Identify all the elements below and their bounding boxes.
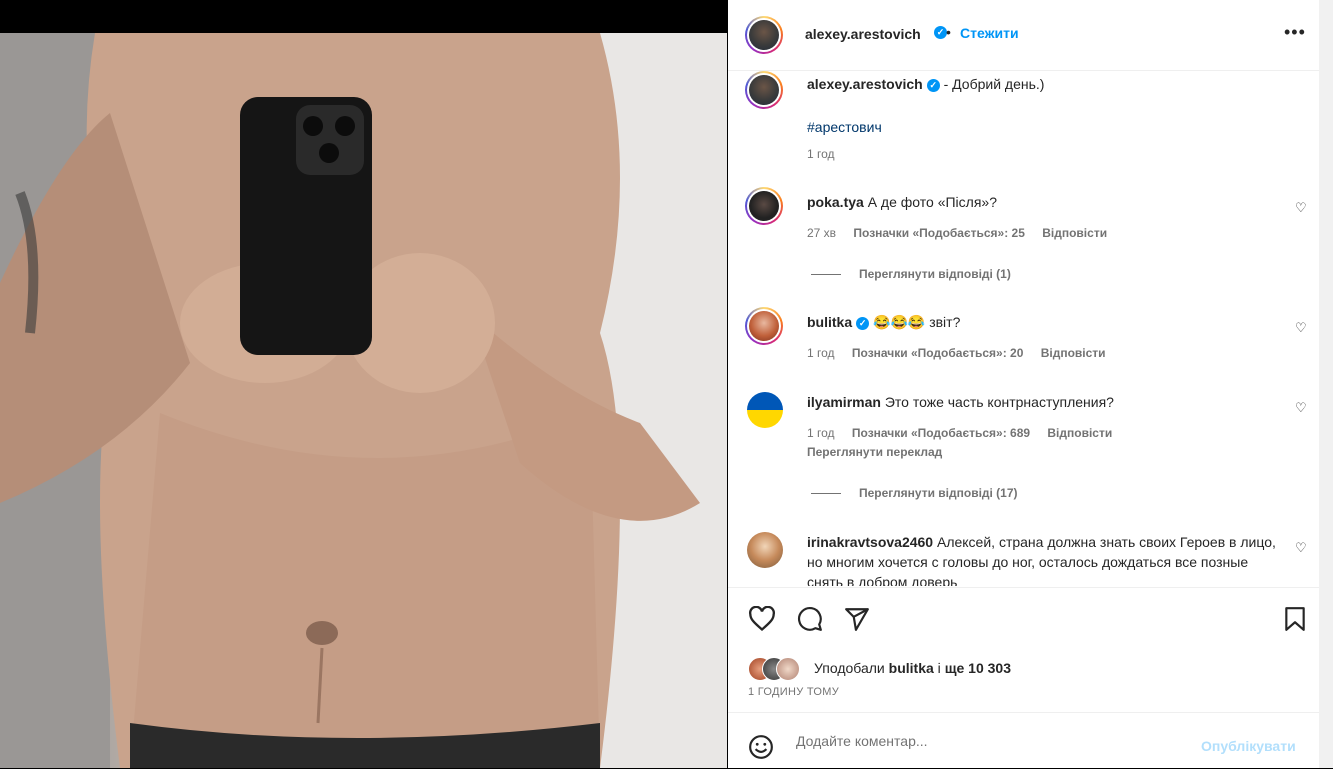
comment-username[interactable]: ilyamirman	[807, 394, 881, 410]
comment-body: звіт?	[929, 314, 961, 330]
comments-list: alexey.arestovich ✓ - Добрий день.) #арес…	[728, 71, 1319, 586]
caption: alexey.arestovich ✓ - Добрий день.)	[807, 74, 1044, 94]
comment-username[interactable]: irinakravtsova2460	[807, 534, 933, 550]
follow-button[interactable]: Стежити	[960, 25, 1019, 41]
comment-likes[interactable]: Позначки «Подобається»: 25	[853, 226, 1024, 240]
likes-prefix: Уподобали	[814, 660, 885, 676]
comment-text: poka.tya А де фото «Після»?	[807, 192, 997, 212]
emoji-icon[interactable]	[748, 734, 774, 760]
view-replies-label: Переглянути відповіді (1)	[859, 267, 1011, 281]
translate-button[interactable]: Переглянути переклад	[807, 445, 942, 459]
separator-dot: •	[946, 24, 951, 40]
likes-count-link[interactable]: ще 10 303	[945, 660, 1011, 676]
comment-text: ilyamirman Это тоже часть контрнаступлен…	[807, 392, 1114, 412]
reply-button[interactable]: Відповісти	[1042, 226, 1107, 240]
likes-connector: і	[937, 660, 941, 676]
verified-icon: ✓	[856, 316, 870, 330]
comment-text: irinakravtsova2460 Алексей, страна должн…	[807, 532, 1277, 586]
post-panel: alexey.arestovich ✓ • Стежити ••• alexey…	[728, 0, 1319, 768]
comment-icon[interactable]	[796, 606, 824, 632]
share-icon[interactable]	[844, 606, 870, 632]
author-username[interactable]: alexey.arestovich	[805, 26, 921, 42]
page-scrollbar[interactable]	[1319, 0, 1333, 768]
view-replies-button[interactable]: Переглянути відповіді (17)	[811, 486, 1018, 500]
comment-avatar[interactable]	[745, 307, 783, 345]
comment-like-icon[interactable]: ♡	[1295, 320, 1307, 336]
comment-username[interactable]: poka.tya	[807, 194, 864, 210]
likers-avatars[interactable]	[748, 657, 812, 681]
comment-like-icon[interactable]: ♡	[1295, 400, 1307, 416]
reply-button[interactable]: Відповісти	[1041, 346, 1106, 360]
post-actions: Уподобали bulitka і ще 10 303 1 ГОДИНУ Т…	[728, 587, 1319, 712]
bookmark-icon[interactable]	[1284, 606, 1306, 632]
view-replies-label: Переглянути відповіді (17)	[859, 486, 1018, 500]
caption-username[interactable]: alexey.arestovich	[807, 76, 923, 92]
hashtag-link[interactable]: #арестович	[807, 117, 882, 137]
more-icon[interactable]: •••	[1284, 22, 1306, 43]
comment-body: Это тоже часть контрнаступления?	[884, 394, 1114, 410]
comment-like-icon[interactable]: ♡	[1295, 540, 1307, 556]
comment-time: 1 год	[807, 426, 835, 440]
caption-avatar[interactable]	[745, 71, 783, 109]
likes-summary: Уподобали bulitka і ще 10 303	[814, 660, 1011, 676]
comment-likes[interactable]: Позначки «Подобається»: 689	[852, 426, 1030, 440]
comment-body: А де фото «Після»?	[867, 194, 997, 210]
post-timestamp[interactable]: 1 ГОДИНУ ТОМУ	[748, 686, 839, 698]
comment-time: 27 хв	[807, 226, 837, 240]
comment-input[interactable]	[794, 729, 1178, 753]
comment-likes[interactable]: Позначки «Подобається»: 20	[852, 346, 1023, 360]
comment-text: bulitka ✓ 😂😂😂 звіт?	[807, 312, 960, 332]
caption-text: - Добрий день.)	[943, 76, 1045, 92]
add-comment-bar: Опублікувати	[728, 712, 1319, 769]
comment-time: 1 год	[807, 346, 835, 360]
author-avatar[interactable]	[745, 16, 783, 54]
comment-avatar[interactable]	[745, 187, 783, 225]
comment-emoji: 😂😂😂	[873, 314, 926, 330]
comment-meta: 1 год Позначки «Подобається»: 689 Відпов…	[807, 426, 1112, 440]
verified-icon: ✓	[926, 78, 940, 92]
view-replies-button[interactable]: Переглянути відповіді (1)	[811, 267, 1011, 281]
reply-button[interactable]: Відповісти	[1047, 426, 1112, 440]
post-header: alexey.arestovich ✓ • Стежити •••	[728, 0, 1319, 71]
publish-button[interactable]: Опублікувати	[1201, 738, 1296, 754]
comment-like-icon[interactable]: ♡	[1295, 200, 1307, 216]
comment-username[interactable]: bulitka	[807, 314, 852, 330]
comment-avatar[interactable]	[747, 392, 783, 428]
likes-user-link[interactable]: bulitka	[889, 660, 934, 676]
comment-meta: 27 хв Позначки «Подобається»: 25 Відпові…	[807, 226, 1107, 240]
comment-meta: 1 год Позначки «Подобається»: 20 Відпові…	[807, 346, 1106, 360]
heart-icon[interactable]	[748, 606, 776, 632]
post-photo[interactable]	[0, 33, 727, 768]
comment-avatar[interactable]	[747, 532, 783, 568]
caption-time: 1 год	[807, 147, 835, 161]
